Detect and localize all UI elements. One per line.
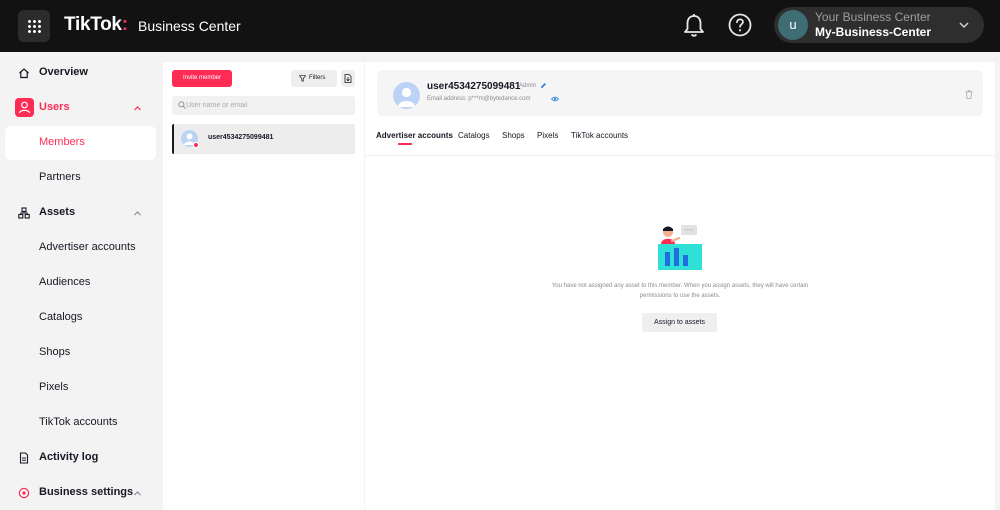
grid-icon bbox=[27, 19, 41, 33]
sidebar-item-partners[interactable]: Partners bbox=[0, 161, 163, 195]
status-badge bbox=[193, 142, 199, 148]
tab-shops[interactable]: Shops bbox=[502, 131, 525, 140]
tab-advertiser-accounts[interactable]: Advertiser accounts bbox=[376, 131, 453, 140]
sidebar-item-tiktok-accounts[interactable]: TikTok accounts bbox=[0, 406, 163, 440]
sidebar-item-overview[interactable]: Overview bbox=[0, 56, 163, 90]
apps-menu-button[interactable] bbox=[18, 10, 50, 42]
avatar bbox=[393, 82, 420, 109]
business-center-title: Business Center bbox=[138, 18, 241, 34]
empty-state-message: You have not assigned any asset to this … bbox=[551, 283, 809, 299]
export-icon bbox=[344, 74, 352, 83]
members-list-panel: Invite member Filters user4534275099481 bbox=[163, 62, 364, 510]
member-list-item[interactable]: user4534275099481 bbox=[172, 124, 355, 154]
search-icon bbox=[178, 101, 186, 109]
chevron-down-icon bbox=[959, 22, 969, 29]
settings-icon bbox=[18, 487, 30, 499]
bell-icon[interactable] bbox=[682, 13, 706, 39]
sidebar-item-shops[interactable]: Shops bbox=[0, 336, 163, 370]
sidebar-item-pixels[interactable]: Pixels bbox=[0, 371, 163, 405]
sidebar: Overview Users Members Partners Assets A… bbox=[0, 52, 163, 510]
chevron-up-icon bbox=[134, 211, 141, 216]
tab-pixels[interactable]: Pixels bbox=[537, 131, 558, 140]
member-search bbox=[172, 96, 355, 115]
assign-to-assets-button[interactable]: Assign to assets bbox=[642, 313, 717, 332]
tiktok-logo[interactable]: TikTok: bbox=[64, 14, 128, 36]
eye-icon[interactable] bbox=[551, 96, 559, 102]
member-username: user4534275099481 bbox=[427, 81, 521, 92]
member-profile-card: user4534275099481 Admin Email address: p… bbox=[377, 70, 983, 116]
sidebar-item-activity-log[interactable]: Activity log bbox=[0, 441, 163, 475]
sidebar-item-business-settings[interactable]: Business settings bbox=[0, 476, 163, 510]
empty-state-illustration bbox=[658, 225, 702, 270]
users-icon bbox=[15, 98, 34, 117]
search-input[interactable] bbox=[186, 96, 346, 115]
sidebar-item-advertiser-accounts[interactable]: Advertiser accounts bbox=[0, 231, 163, 265]
tabs-divider bbox=[365, 155, 995, 156]
tab-tiktok-accounts[interactable]: TikTok accounts bbox=[571, 131, 628, 140]
account-name: My-Business-Center bbox=[815, 25, 932, 39]
chevron-up-icon bbox=[134, 491, 141, 496]
account-caption: Your Business Center bbox=[815, 10, 931, 24]
account-switcher[interactable]: u Your Business Center My-Business-Cente… bbox=[774, 7, 984, 43]
chevron-up-icon bbox=[134, 106, 141, 111]
edit-icon[interactable] bbox=[540, 82, 547, 89]
home-icon bbox=[19, 68, 29, 79]
sidebar-item-users[interactable]: Users bbox=[0, 91, 163, 125]
trash-icon[interactable] bbox=[965, 90, 973, 99]
member-name: user4534275099481 bbox=[208, 134, 274, 141]
sidebar-item-catalogs[interactable]: Catalogs bbox=[0, 301, 163, 335]
sidebar-item-audiences[interactable]: Audiences bbox=[0, 266, 163, 300]
sidebar-item-members[interactable]: Members bbox=[5, 126, 156, 160]
role-badge: Admin bbox=[519, 83, 537, 89]
account-avatar: u bbox=[778, 10, 808, 40]
invite-member-button[interactable]: Invite member bbox=[172, 70, 232, 87]
member-email: Email address: p***m@bytedance.com bbox=[427, 96, 531, 102]
filter-icon bbox=[299, 75, 306, 82]
active-tab-indicator bbox=[398, 143, 412, 145]
export-button[interactable] bbox=[341, 70, 355, 87]
filters-button[interactable]: Filters bbox=[291, 70, 337, 87]
sidebar-item-assets[interactable]: Assets bbox=[0, 196, 163, 230]
help-icon[interactable] bbox=[728, 13, 752, 37]
tab-catalogs[interactable]: Catalogs bbox=[458, 131, 490, 140]
assets-icon bbox=[18, 207, 30, 219]
document-icon bbox=[19, 452, 29, 464]
top-bar: TikTok: Business Center u Your Business … bbox=[0, 0, 1000, 52]
member-detail-panel: user4534275099481 Admin Email address: p… bbox=[365, 62, 995, 510]
